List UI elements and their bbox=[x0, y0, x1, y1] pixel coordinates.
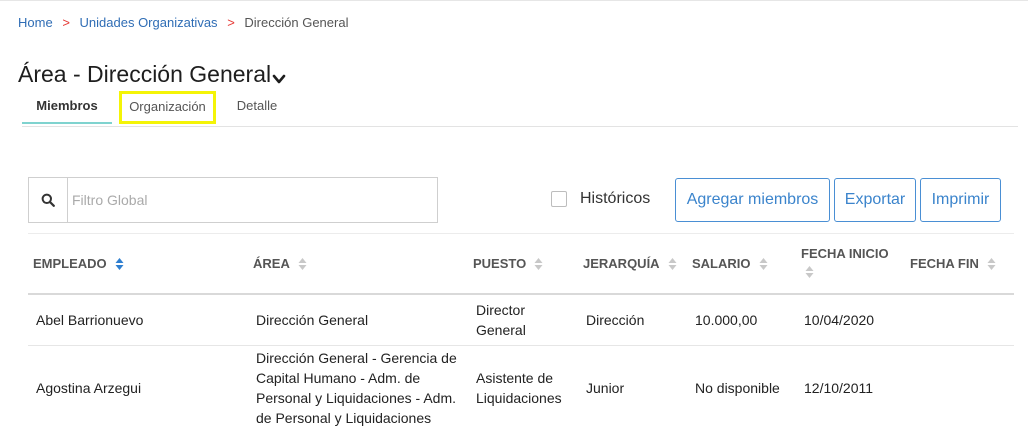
sort-icon[interactable] bbox=[759, 257, 768, 271]
search-input[interactable] bbox=[68, 178, 437, 222]
export-button[interactable]: Exportar bbox=[834, 178, 916, 222]
top-border bbox=[0, 0, 1028, 1]
column-header-label: FECHA INICIO bbox=[801, 246, 889, 261]
historicos-checkbox[interactable] bbox=[551, 191, 567, 207]
cell-puesto: Director General bbox=[476, 302, 526, 338]
column-header-label: PUESTO bbox=[473, 256, 527, 271]
tab-organizacion[interactable]: Organización bbox=[119, 91, 216, 124]
cell-salario: No disponible bbox=[695, 380, 780, 396]
historicos-toggle: Históricos bbox=[551, 190, 650, 208]
sort-icon[interactable] bbox=[987, 257, 996, 271]
sort-icon[interactable] bbox=[115, 257, 124, 271]
breadcrumb-unidades-link[interactable]: Unidades Organizativas bbox=[80, 15, 218, 30]
search-icon-box bbox=[29, 178, 68, 222]
breadcrumb-current: Dirección General bbox=[244, 15, 349, 30]
cell-puesto: Asistente de Liquidaciones bbox=[476, 370, 562, 406]
column-header-fecha-fin[interactable]: FECHA FIN bbox=[910, 256, 996, 271]
sort-icon[interactable] bbox=[668, 257, 677, 271]
column-header-area[interactable]: ÁREA bbox=[253, 256, 307, 271]
historicos-label: Históricos bbox=[580, 190, 651, 207]
tab-detalle[interactable]: Detalle bbox=[227, 90, 287, 124]
column-header-salario[interactable]: SALARIO bbox=[692, 256, 768, 271]
tab-miembros[interactable]: Miembros bbox=[22, 90, 112, 124]
row-divider bbox=[28, 345, 1014, 346]
breadcrumb: Home > Unidades Organizativas > Direcció… bbox=[18, 15, 348, 30]
page-title: Área - Dirección General bbox=[18, 61, 272, 87]
cell-empleado: Abel Barrionuevo bbox=[36, 312, 144, 328]
cell-fecha-inicio: 10/04/2020 bbox=[804, 312, 875, 328]
add-members-button[interactable]: Agregar miembros bbox=[675, 178, 830, 222]
cell-empleado: Agostina Arzegui bbox=[36, 380, 142, 396]
column-header-label: SALARIO bbox=[692, 256, 751, 271]
sort-icon[interactable] bbox=[298, 257, 307, 271]
column-header-puesto[interactable]: PUESTO bbox=[473, 256, 543, 271]
cell-area: Dirección General bbox=[256, 312, 369, 328]
cell-fecha-inicio: 12/10/2011 bbox=[804, 380, 874, 396]
column-header-empleado[interactable]: EMPLEADO bbox=[33, 256, 124, 271]
print-button[interactable]: Imprimir bbox=[920, 178, 1001, 222]
column-header-label: FECHA FIN bbox=[910, 256, 979, 271]
column-header-label: JERARQUÍA bbox=[583, 256, 660, 271]
breadcrumb-separator: > bbox=[227, 15, 235, 30]
search-icon bbox=[41, 193, 55, 207]
page-title-dropdown[interactable]: Área - Dirección General bbox=[18, 60, 286, 88]
cell-jerarquia: Dirección bbox=[586, 312, 645, 328]
breadcrumb-home-link[interactable]: Home bbox=[18, 15, 53, 30]
column-header-label: ÁREA bbox=[253, 256, 290, 271]
chevron-down-icon[interactable] bbox=[272, 73, 286, 85]
table-header-divider bbox=[28, 293, 1014, 295]
tab-bar: Miembros Organización Detalle bbox=[22, 90, 1018, 127]
global-filter bbox=[28, 177, 438, 223]
cell-jerarquia: Junior bbox=[586, 380, 625, 396]
sort-icon[interactable] bbox=[534, 257, 543, 271]
column-header-label: EMPLEADO bbox=[33, 256, 107, 271]
column-header-jerarquia[interactable]: JERARQUÍA bbox=[583, 256, 677, 271]
breadcrumb-separator: > bbox=[62, 15, 70, 30]
column-header-fecha-inicio[interactable]: FECHA INICIO bbox=[801, 246, 889, 279]
table-top-border bbox=[28, 233, 1014, 234]
cell-area: Dirección General - Gerencia de Capital … bbox=[256, 350, 457, 426]
sort-icon[interactable] bbox=[805, 265, 814, 279]
cell-salario: 10.000,00 bbox=[695, 312, 758, 328]
